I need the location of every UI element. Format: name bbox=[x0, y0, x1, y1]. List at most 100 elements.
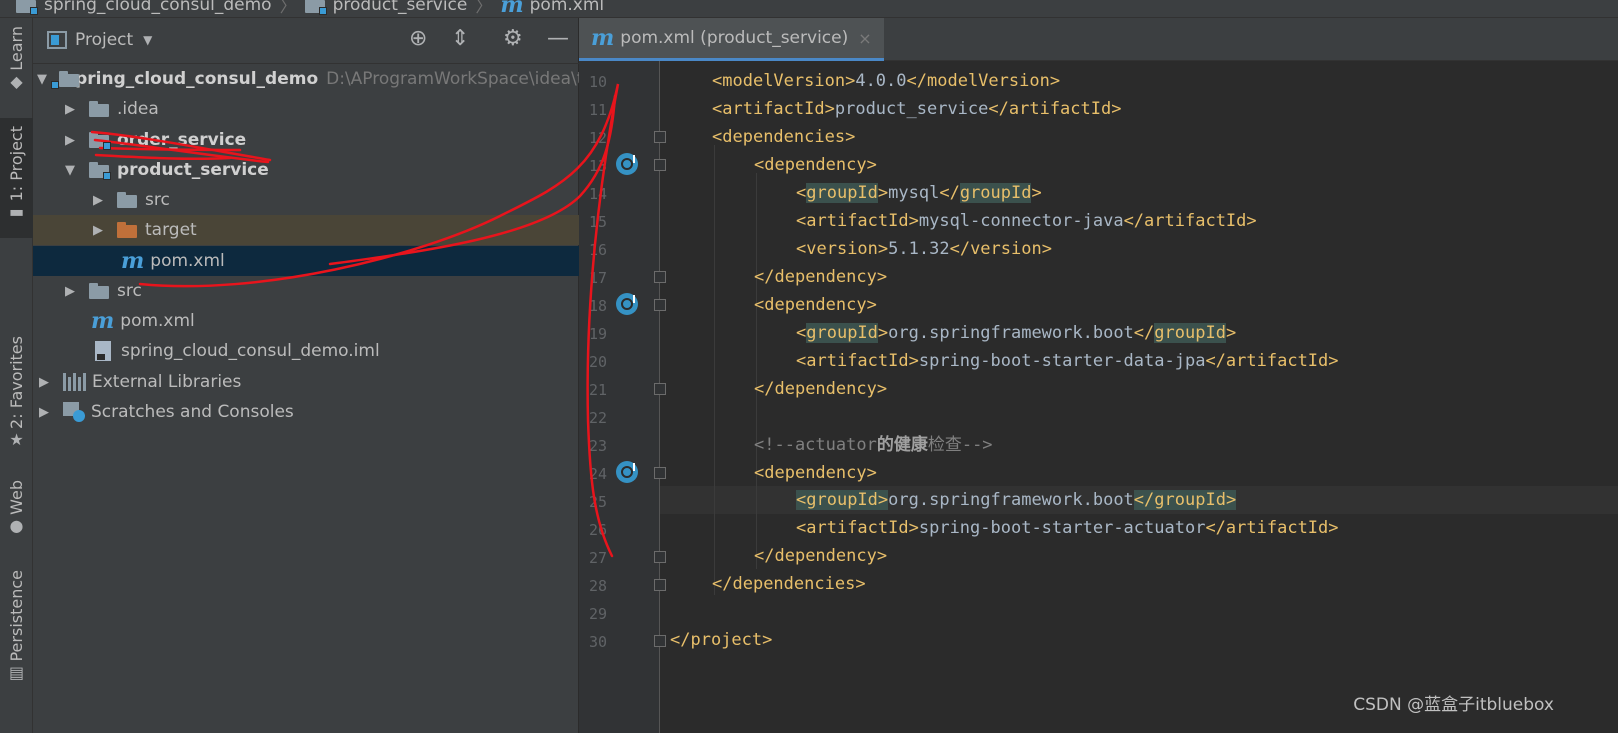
tree-item-label: pom.xml bbox=[150, 251, 225, 271]
line-number: 17 bbox=[588, 269, 607, 287]
tool-tab-persistence[interactable]: Persistence ▤ bbox=[0, 570, 33, 694]
expand-arrow-icon[interactable]: ▶ bbox=[63, 133, 77, 148]
code-line-15: <artifactId>mysql-connector-java</artifa… bbox=[796, 211, 1257, 231]
tree-item-label: order_service bbox=[117, 130, 247, 150]
line-number: 18 bbox=[588, 297, 607, 315]
collapse-all-icon[interactable]: ⇕ bbox=[451, 28, 469, 50]
tool-tab-learn[interactable]: Learn ◆ bbox=[0, 26, 33, 108]
tree-item-scratches[interactable]: ▶ Scratches and Consoles bbox=[33, 397, 579, 427]
expand-arrow-icon[interactable]: ▶ bbox=[63, 102, 77, 117]
tool-tab-favorites[interactable]: 2: Favorites ★ bbox=[0, 336, 33, 456]
breadcrumb-item-file[interactable]: m pom.xml bbox=[500, 0, 604, 16]
editor-tab-label: pom.xml (product_service) bbox=[620, 28, 849, 48]
maven-file-icon: m bbox=[500, 0, 524, 18]
line-number: 21 bbox=[588, 381, 607, 399]
tree-item-idea[interactable]: ▶ .idea bbox=[33, 94, 579, 124]
chevron-down-icon: ▼ bbox=[143, 33, 153, 47]
tree-item-iml-file[interactable]: spring_cloud_consul_demo.iml bbox=[33, 336, 579, 366]
tool-window-strip: Learn ◆ 1: Project ▬ 2: Favorites ★ Web … bbox=[0, 18, 33, 733]
expand-arrow-icon[interactable]: ▶ bbox=[37, 375, 51, 390]
tree-item-label: src bbox=[117, 281, 142, 301]
tool-tab-project[interactable]: 1: Project ▬ bbox=[0, 118, 33, 238]
code-line-24: <dependency> bbox=[754, 463, 877, 483]
excluded-folder-icon bbox=[117, 222, 139, 238]
folder-icon: ▬ bbox=[8, 202, 25, 222]
tree-item-label: src bbox=[145, 190, 170, 210]
breadcrumb-label: pom.xml bbox=[529, 0, 605, 15]
expand-arrow-icon[interactable]: ▶ bbox=[37, 405, 51, 420]
dependency-update-icon[interactable] bbox=[616, 293, 638, 315]
globe-icon: ● bbox=[9, 515, 24, 535]
editor-tab-pom[interactable]: m pom.xml (product_service) × bbox=[579, 18, 884, 61]
maven-file-icon: m bbox=[91, 308, 115, 334]
tool-tab-label: Web bbox=[7, 480, 26, 515]
breadcrumb-label: product_service bbox=[332, 0, 468, 15]
breadcrumb-item-project[interactable]: spring_cloud_consul_demo bbox=[16, 0, 272, 15]
breadcrumb-item-module[interactable]: product_service bbox=[304, 0, 468, 15]
tree-item-root-src[interactable]: ▶ src bbox=[33, 276, 579, 306]
tool-tab-web[interactable]: Web ● bbox=[0, 480, 33, 550]
tool-tab-label: 1: Project bbox=[7, 126, 26, 202]
line-number: 11 bbox=[588, 101, 607, 119]
expand-arrow-icon[interactable]: ▼ bbox=[63, 163, 77, 178]
tree-item-label: product_service bbox=[117, 160, 269, 180]
tree-item-path: D:\AProgramWorkSpace\idea\te bbox=[326, 69, 594, 89]
graduation-cap-icon: ◆ bbox=[10, 71, 23, 91]
locate-file-icon[interactable]: ⊕ bbox=[409, 28, 427, 50]
tree-item-product-service[interactable]: ▼ product_service bbox=[33, 155, 579, 185]
project-window-icon bbox=[47, 31, 67, 49]
tree-item-project-root[interactable]: ▼ spring_cloud_consul_demo D:\AProgramWo… bbox=[33, 64, 594, 94]
tree-item-label: .idea bbox=[117, 99, 159, 119]
code-line-13: <dependency> bbox=[754, 155, 877, 175]
tree-item-label: spring_cloud_consul_demo.iml bbox=[121, 341, 380, 361]
folder-icon bbox=[117, 192, 139, 208]
code-line-23-comment: <!--actuator的健康检查--> bbox=[754, 435, 993, 455]
expand-arrow-icon[interactable]: ▶ bbox=[91, 223, 105, 238]
star-icon: ★ bbox=[9, 429, 24, 449]
line-number: 12 bbox=[588, 129, 607, 147]
code-area[interactable]: <modelVersion>4.0.0</modelVersion> <arti… bbox=[660, 61, 1618, 733]
code-line-26: <artifactId>spring-boot-starter-actuator… bbox=[796, 518, 1339, 538]
code-line-16: <version>5.1.32</version> bbox=[796, 239, 1052, 259]
tree-item-target[interactable]: ▶ target bbox=[33, 215, 579, 245]
tool-tab-label: Persistence bbox=[7, 570, 26, 662]
indent-guide bbox=[756, 173, 757, 569]
tree-item-product-pom[interactable]: m pom.xml bbox=[33, 246, 579, 276]
expand-arrow-icon[interactable]: ▶ bbox=[63, 284, 77, 299]
tree-item-order-service[interactable]: ▶ order_service bbox=[33, 125, 579, 155]
code-line-18: <dependency> bbox=[754, 295, 877, 315]
line-number: 26 bbox=[588, 521, 607, 539]
code-line-20: <artifactId>spring-boot-starter-data-jpa… bbox=[796, 351, 1339, 371]
project-tool-window: Project ▼ ⊕ ⇕ ⚙ — ▼ spring_cloud_consul_… bbox=[33, 18, 594, 733]
project-view-selector[interactable]: Project ▼ bbox=[47, 30, 152, 50]
close-icon[interactable]: × bbox=[858, 29, 871, 48]
dependency-update-icon[interactable] bbox=[616, 153, 638, 175]
expand-arrow-icon[interactable]: ▼ bbox=[37, 72, 47, 87]
tree-item-product-src[interactable]: ▶ src bbox=[33, 185, 579, 215]
code-line-27: </dependency> bbox=[754, 546, 888, 566]
tree-item-label: pom.xml bbox=[120, 311, 195, 331]
dependency-update-icon[interactable] bbox=[616, 461, 638, 483]
code-line-17: </dependency> bbox=[754, 267, 888, 287]
tree-item-external-libraries[interactable]: ▶ External Libraries bbox=[33, 367, 579, 397]
tree-item-root-pom[interactable]: m pom.xml bbox=[33, 306, 579, 336]
code-line-11: <artifactId>product_service</artifactId> bbox=[712, 99, 1122, 119]
line-number: 16 bbox=[588, 241, 607, 259]
tree-item-label: target bbox=[145, 220, 197, 240]
tree-item-label: Scratches and Consoles bbox=[91, 402, 294, 422]
line-number: 10 bbox=[588, 73, 607, 91]
tool-tab-label: Learn bbox=[7, 26, 26, 71]
tree-item-label: External Libraries bbox=[92, 372, 242, 392]
maven-file-icon: m bbox=[121, 248, 145, 274]
editor-tab-bar: m pom.xml (product_service) × bbox=[579, 18, 1618, 61]
gear-icon[interactable]: ⚙ bbox=[503, 28, 523, 50]
line-number: 29 bbox=[588, 605, 607, 623]
line-number: 30 bbox=[588, 633, 607, 651]
line-number: 13 bbox=[588, 157, 607, 175]
line-number: 27 bbox=[588, 549, 607, 567]
expand-arrow-icon[interactable]: ▶ bbox=[91, 193, 105, 208]
folder-icon bbox=[16, 0, 38, 15]
line-number: 22 bbox=[588, 409, 607, 427]
minimize-icon[interactable]: — bbox=[547, 28, 569, 50]
line-number: 19 bbox=[588, 325, 607, 343]
